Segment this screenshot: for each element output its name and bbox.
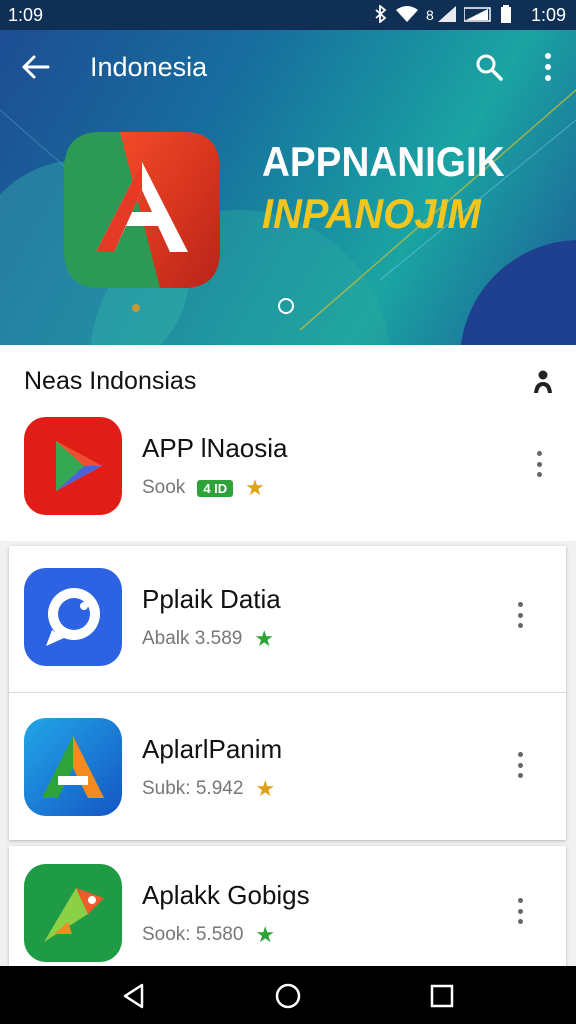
more-vert-icon[interactable] — [536, 451, 542, 477]
list-item[interactable]: Pplaik Datia Abalk 3.589 ★ — [0, 568, 557, 718]
app-bar-title: Indonesia — [90, 52, 208, 82]
app-card: Aplakk Gobigs Sook: 5.580 ★ — [9, 846, 566, 976]
more-vert-icon[interactable] — [517, 898, 523, 924]
app-meta: Abalk 3.589 ★ — [142, 628, 274, 650]
app-name: Aplakk Gobigs — [142, 880, 310, 910]
star-icon: ★ — [255, 776, 276, 801]
app-name: AplarlPanim — [142, 734, 283, 764]
app-name: Pplaik Datia — [142, 584, 281, 614]
app-badge: 4 ID — [197, 479, 234, 497]
search-icon[interactable] — [474, 52, 504, 82]
signal-icon: 8 — [426, 6, 456, 22]
chat-app-icon — [24, 568, 122, 666]
more-vert-icon[interactable] — [517, 752, 523, 778]
app-meta: Sook 4 ID ★ — [142, 477, 265, 499]
app-subtitle: Abalk 3.589 — [142, 628, 243, 649]
app-card: Pplaik Datia Abalk 3.589 ★ AplarlPanim S… — [9, 546, 566, 840]
battery-icon — [501, 5, 511, 23]
star-icon: ★ — [255, 922, 276, 947]
banner-app-logo — [64, 132, 220, 288]
a-app-icon — [24, 718, 122, 816]
star-icon: ★ — [254, 626, 275, 651]
divider — [9, 692, 566, 693]
bird-app-icon — [24, 864, 122, 962]
status-bar: 1:09 8 1:09 — [0, 0, 576, 30]
app-list-section: Neas Indonsias APP lNaosia Sook 4 ID ★ — [0, 345, 576, 541]
person-icon[interactable] — [532, 367, 554, 395]
app-meta: Sook: 5.580 ★ — [142, 924, 275, 946]
play-store-icon — [24, 417, 122, 515]
more-vert-icon[interactable] — [517, 602, 523, 628]
arrow-back-icon[interactable] — [18, 50, 52, 84]
carousel-dot[interactable] — [132, 304, 140, 312]
carousel-dot-active[interactable] — [278, 298, 294, 314]
star-icon: ★ — [245, 475, 265, 500]
svg-text:8: 8 — [426, 7, 434, 22]
app-subtitle: Sook: 5.580 — [142, 924, 244, 945]
cell-icon — [464, 7, 491, 22]
hero-banner: Indonesia APPNANIGIK INPANOJIM — [0, 30, 576, 345]
app-bar: Indonesia — [0, 30, 576, 104]
wifi-icon — [396, 6, 418, 22]
bluetooth-icon — [375, 5, 387, 23]
more-vert-icon[interactable] — [542, 52, 554, 82]
status-time-right: 1:09 — [530, 5, 566, 25]
app-name: APP lNaosia — [142, 433, 288, 463]
navigation-bar — [0, 966, 576, 1024]
list-item[interactable]: APP lNaosia Sook 4 ID ★ — [0, 417, 576, 567]
status-time-left: 1:09 — [8, 5, 44, 25]
nav-home-icon[interactable] — [274, 982, 302, 1010]
nav-recents-icon[interactable] — [428, 982, 456, 1010]
app-subtitle: Subk: 5.942 — [142, 778, 244, 799]
section-title: Neas Indonsias — [24, 367, 197, 395]
status-icons: 8 — [374, 5, 512, 23]
banner-headline: APPNANIGIK — [262, 138, 505, 185]
app-subtitle: Sook — [142, 477, 186, 498]
nav-back-icon[interactable] — [120, 982, 148, 1010]
banner-subheadline: INPANOJIM — [262, 190, 481, 237]
app-meta: Subk: 5.942 ★ — [142, 778, 275, 800]
